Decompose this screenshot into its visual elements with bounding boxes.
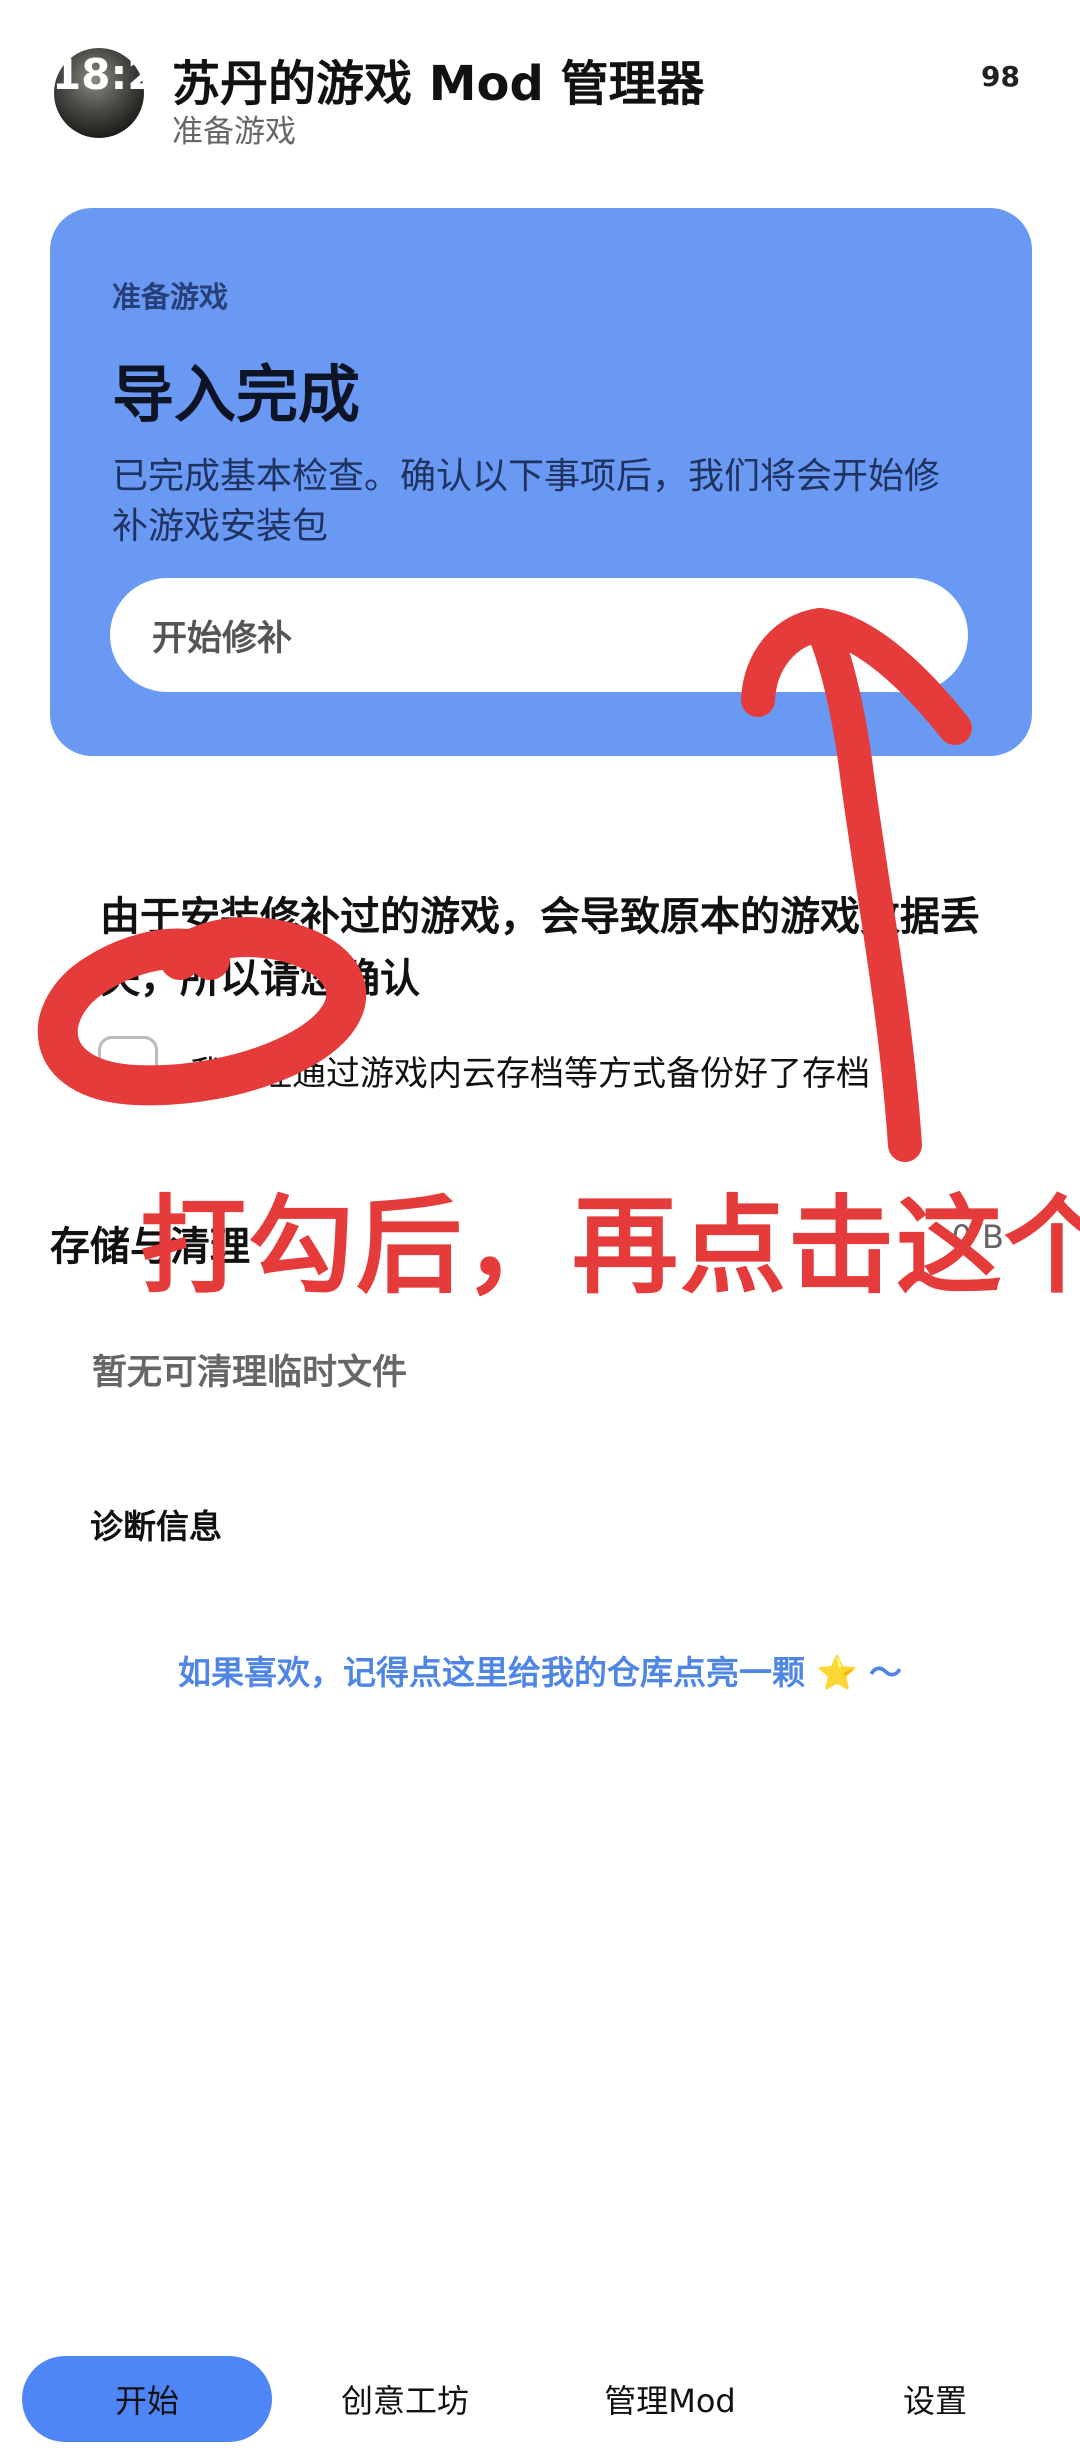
backup-notice: 由于安装修补过的游戏，会导致原本的游戏数据丢失，所以请您确认 xyxy=(100,894,980,1002)
star-icon: ⭐ xyxy=(816,1653,858,1692)
diagnostics-toggle[interactable]: 诊断信息 xyxy=(90,1500,222,1548)
no-temp-files-text: 暂无可清理临时文件 xyxy=(92,1353,408,1393)
battery-level: 98 xyxy=(981,60,1020,93)
annotation-text: 打勾后，再点击这个 xyxy=(140,1185,1080,1308)
nav-start[interactable]: 开始 xyxy=(22,2356,272,2442)
start-patch-button[interactable]: 开始修补 xyxy=(110,578,968,692)
nav-workshop[interactable]: 创意工坊 xyxy=(300,2356,510,2442)
page-subtitle: 准备游戏 xyxy=(172,114,296,150)
card-kicker: 准备游戏 xyxy=(112,280,229,314)
backup-checkbox-label[interactable]: 我已经通过游戏内云存档等方式备份好了存档 xyxy=(190,1046,870,1095)
app-title: 苏丹的游戏 Mod 管理器 xyxy=(172,56,705,112)
bottom-navigation: 开始 创意工坊 管理Mod 设置 xyxy=(0,2356,1080,2446)
star-link-text: 如果喜欢，记得点这里给我的仓库点亮一颗 xyxy=(177,1653,805,1692)
star-repo-link[interactable]: 如果喜欢，记得点这里给我的仓库点亮一颗 ⭐ ～ xyxy=(0,1646,1080,1694)
backup-checkbox[interactable] xyxy=(98,1036,158,1096)
card-title: 导入完成 xyxy=(112,358,361,431)
prepare-card: 准备游戏 导入完成 已完成基本检查。确认以下事项后，我们将会开始修补游戏安装包 … xyxy=(50,208,1032,756)
card-description: 已完成基本检查。确认以下事项后，我们将会开始修补游戏安装包 xyxy=(112,456,941,547)
status-time: 18:26 xyxy=(52,50,186,99)
nav-settings[interactable]: 设置 xyxy=(820,2356,1050,2442)
nav-manage-mod[interactable]: 管理Mod xyxy=(550,2356,790,2442)
star-link-suffix: ～ xyxy=(869,1653,903,1692)
